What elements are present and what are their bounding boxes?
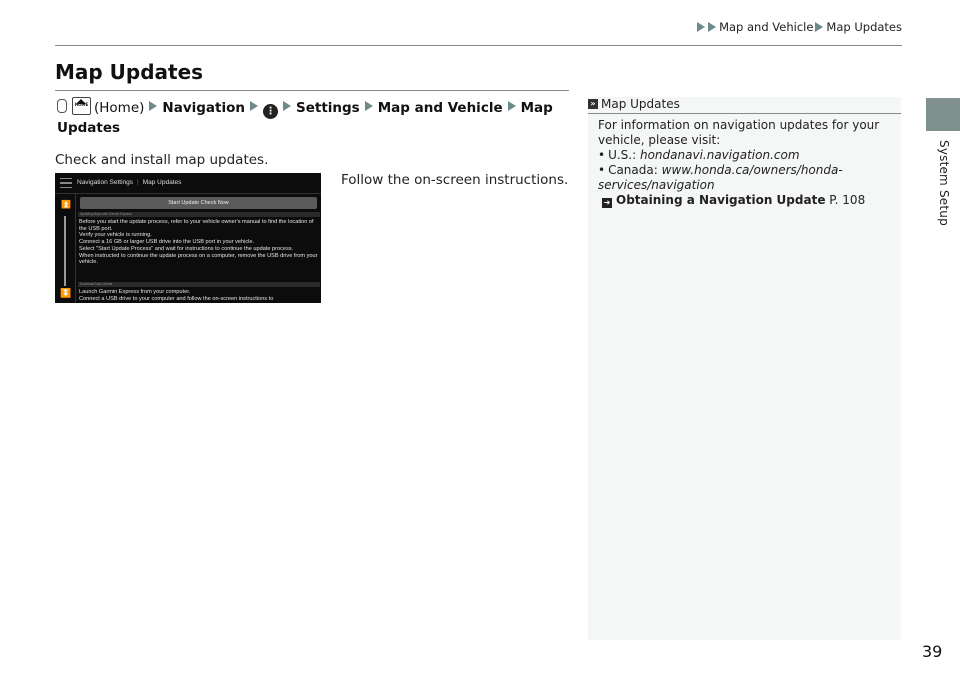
screen-title-left: Navigation Settings: [77, 179, 134, 186]
title-divider: [55, 90, 569, 91]
screen-section-header: Download Map Update: [78, 282, 320, 287]
note-icon: »: [588, 99, 598, 109]
breadcrumb-item[interactable]: Map and Vehicle: [719, 20, 813, 34]
list-item: U.S.: hondanavi.navigation.com: [598, 148, 888, 163]
scrollbar: [64, 216, 66, 286]
header-breadcrumb: Map and Vehicle Map Updates: [697, 20, 902, 34]
side-note-divider: [588, 113, 901, 114]
screen-text-line: Connect a USB drive to your computer and…: [79, 295, 274, 302]
triangle-icon: [815, 22, 824, 32]
page-number: 39: [922, 642, 943, 661]
scroll-up-icon: ⏫: [61, 200, 71, 209]
section-tab-marker: [926, 98, 960, 131]
reference-arrow-icon: ➜: [602, 198, 612, 208]
triangle-icon: [697, 22, 706, 32]
side-note-title: Map Updates: [601, 97, 680, 111]
path-step: Map and Vehicle: [377, 100, 503, 116]
screen-text-line: Verify your vehicle is running.: [79, 232, 152, 239]
navigation-screen-image: Navigation Settings | Map Updates ⏫ ⏬ Star…: [55, 173, 321, 303]
triangle-icon: [364, 101, 373, 111]
screen-text-line: Before you start the update process, ref…: [79, 219, 314, 232]
screen-text-line: When instructed to continue the update p…: [79, 252, 318, 266]
instruction: Follow the on-screen instructions.: [341, 172, 569, 188]
home-label: (Home): [94, 100, 145, 116]
screen-section-text: Before you start the update process, ref…: [79, 219, 319, 266]
triangle-icon: [708, 22, 717, 32]
triangle-icon: [149, 101, 158, 111]
start-update-check-button: Start Update Check Now: [80, 197, 317, 209]
triangle-icon: [507, 101, 516, 111]
home-icon: [72, 96, 91, 115]
triangle-icon: [282, 101, 291, 111]
list-item: Canada: www.honda.ca/owners/honda-servic…: [598, 163, 888, 193]
section-label: System Setup: [937, 140, 951, 226]
page-title: Map Updates: [55, 60, 204, 84]
description: Check and install map updates.: [55, 152, 269, 168]
screen-text-line: Select "Start Update Process" and wait f…: [79, 245, 294, 252]
xref-page[interactable]: P. 108: [829, 193, 865, 207]
screen-text-line: Connect a 16 GB or larger USB drive into…: [79, 239, 255, 246]
hamburger-menu-icon: [60, 178, 72, 188]
voice-command-icon: [57, 99, 67, 113]
side-note-body: For information on navigation updates fo…: [598, 118, 888, 208]
screen-title-right: Map Updates: [142, 179, 182, 186]
us-label: U.S.:: [608, 148, 637, 162]
menu-path: (Home) Navigation ⋮ Settings Map and Vehicle…: [57, 96, 567, 137]
header-divider: [55, 45, 902, 46]
screen-title-separator: |: [137, 179, 139, 186]
path-step: Settings: [295, 100, 360, 116]
screen-title-bar: Navigation Settings | Map Updates: [55, 173, 321, 194]
screen-title: Navigation Settings | Map Updates: [77, 179, 181, 186]
side-note-intro: For information on navigation updates fo…: [598, 118, 880, 147]
screen-section-header: Updating Maps with Garmin Express: [78, 212, 320, 217]
screen-text-line: Launch Garmin Express from your computer…: [79, 289, 191, 295]
scroll-down-icon: ⏬: [60, 288, 72, 298]
side-note-heading: » Map Updates: [588, 97, 901, 111]
us-url: hondanavi.navigation.com: [639, 148, 800, 162]
screen-scroll-column: ⏫ ⏬: [55, 194, 76, 303]
more-menu-icon: ⋮: [262, 104, 278, 119]
screen-section-text: Launch Garmin Express from your computer…: [79, 289, 319, 302]
cross-reference[interactable]: ➜ Obtaining a Navigation Update P. 108: [598, 193, 888, 208]
path-step: Navigation: [162, 100, 245, 116]
canada-label: Canada:: [608, 163, 658, 177]
xref-title[interactable]: Obtaining a Navigation Update: [616, 193, 825, 207]
triangle-icon: [249, 101, 258, 111]
breadcrumb-item[interactable]: Map Updates: [826, 20, 902, 34]
